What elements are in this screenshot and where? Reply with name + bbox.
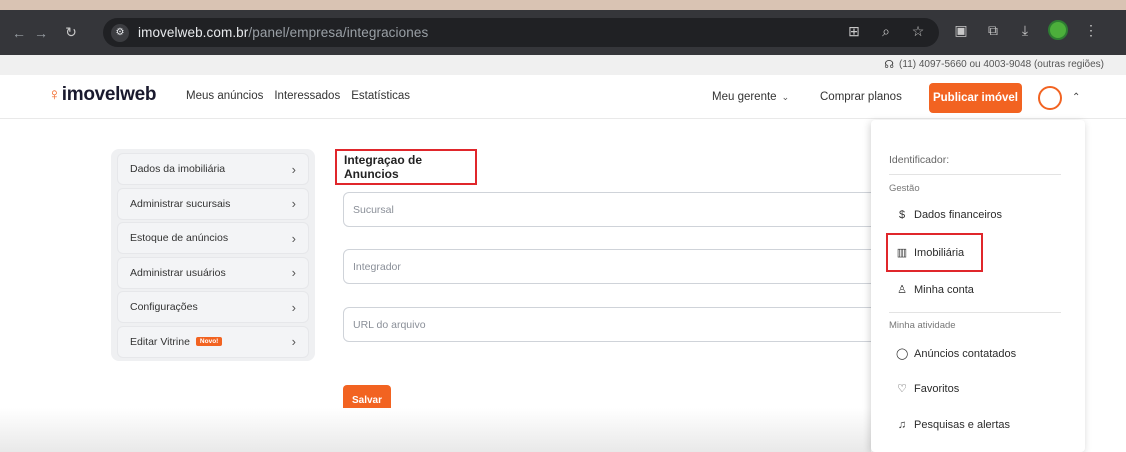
extension-icon[interactable]: ▣ bbox=[952, 22, 970, 39]
reload-icon[interactable]: ↻ bbox=[60, 24, 82, 41]
sucursal-input[interactable]: Sucursal bbox=[343, 192, 888, 227]
sidebar-item-label: Estoque de anúncios bbox=[130, 232, 229, 244]
sidebar-item-editar-vitrine[interactable]: Editar Vitrine Novo! › bbox=[117, 325, 309, 358]
forward-arrow-icon[interactable]: → bbox=[30, 25, 52, 41]
chevron-right-icon: › bbox=[291, 196, 296, 211]
menu-item-label: Dados financeiros bbox=[914, 209, 1003, 221]
site-header: ♀ imovelweb Meus anúncios Interessados E… bbox=[0, 75, 1126, 119]
url-path: /panel/empresa/integraciones bbox=[248, 25, 429, 40]
menu-item-label: Favoritos bbox=[914, 382, 960, 395]
browser-toolbar: ← → ↻ ⚙ imovelweb.com.br/panel/empresa/i… bbox=[0, 10, 1126, 55]
sidebar-item-administrar-sucursais[interactable]: Administrar sucursais › bbox=[117, 187, 309, 220]
menu-item-label: Pesquisas e alertas bbox=[914, 419, 1010, 431]
building-icon: ▥ bbox=[896, 247, 908, 259]
meu-gerente-menu[interactable]: Meu gerente ⌄ bbox=[712, 91, 789, 103]
integrador-input[interactable]: Integrador bbox=[343, 249, 888, 284]
sidebar-item-estoque-anuncios[interactable]: Estoque de anúncios › bbox=[117, 222, 309, 254]
headset-icon: ☊ bbox=[884, 59, 895, 71]
sidebar-item-label: Administrar usuários bbox=[130, 266, 226, 279]
user-dropdown-menu: Identificador: Gestão $ Dados financeiro… bbox=[871, 120, 1085, 452]
integrador-placeholder: Integrador bbox=[353, 260, 401, 273]
divider bbox=[889, 312, 1061, 313]
logo[interactable]: ♀ imovelweb bbox=[48, 84, 157, 106]
chevron-right-icon: › bbox=[291, 299, 296, 315]
user-icon: ♙ bbox=[897, 284, 907, 296]
menu-item-imobiliaria[interactable]: ▥ Imobiliária bbox=[896, 246, 965, 260]
url-text: imovelweb.com.br/panel/empresa/integraci… bbox=[138, 25, 428, 40]
meu-gerente-label: Meu gerente bbox=[712, 91, 777, 103]
menu-item-label: Imobiliária bbox=[914, 246, 965, 259]
browser-extensions: ▣ ⧉ ⤓ ⋮ bbox=[952, 20, 1100, 40]
user-avatar[interactable] bbox=[1038, 86, 1062, 110]
top-strip bbox=[0, 0, 1126, 10]
menu-dots-icon[interactable]: ⋮ bbox=[1082, 22, 1100, 39]
back-arrow-icon[interactable]: ← bbox=[8, 25, 30, 41]
sidebar-item-configuracoes[interactable]: Configurações › bbox=[117, 291, 309, 323]
menu-item-label: Anúncios contatados bbox=[914, 347, 1017, 360]
chevron-right-icon: › bbox=[291, 161, 296, 177]
chat-bubble-icon: ◯ bbox=[896, 348, 909, 360]
dollar-icon: $ bbox=[898, 209, 906, 221]
omnibox-actions: ⊞ ⌕ ☆ bbox=[845, 23, 927, 40]
menu-item-label: Minha conta bbox=[914, 283, 974, 296]
profile-avatar[interactable] bbox=[1048, 20, 1068, 40]
phone-strip: ☊ (11) 4097-5660 ou 4003-9048 (outras re… bbox=[0, 55, 1126, 75]
puzzle-icon[interactable]: ⧉ bbox=[984, 22, 1002, 39]
menu-item-dados-financeiros[interactable]: $ Dados financeiros bbox=[896, 209, 1002, 221]
novo-badge: Novo! bbox=[195, 337, 223, 346]
phone-info: ☊ (11) 4097-5660 ou 4003-9048 (outras re… bbox=[884, 58, 1104, 71]
sidebar-item-label: Configurações bbox=[130, 301, 198, 313]
sidebar-item-dados-imobiliaria[interactable]: Dados da imobiliária › bbox=[117, 153, 309, 185]
menu-item-anuncios-contatados[interactable]: ◯ Anúncios contatados bbox=[896, 347, 1017, 361]
page-title: Integraçao de Anuncios bbox=[344, 153, 423, 181]
zoom-icon[interactable]: ⌕ bbox=[877, 23, 895, 40]
nav-interessados[interactable]: Interessados bbox=[274, 90, 340, 102]
comprar-planos-link[interactable]: Comprar planos bbox=[820, 91, 902, 103]
identificador-label: Identificador: bbox=[889, 154, 950, 166]
chevron-right-icon: › bbox=[291, 334, 296, 349]
sucursal-placeholder: Sucursal bbox=[353, 203, 394, 216]
site-settings-icon[interactable]: ⚙ bbox=[111, 23, 129, 42]
menu-item-pesquisas-alertas[interactable]: ♫ Pesquisas e alertas bbox=[896, 419, 1010, 431]
sidebar-item-administrar-usuarios[interactable]: Administrar usuários › bbox=[117, 256, 309, 289]
phone-text: (11) 4097-5660 ou 4003-9048 (outras regi… bbox=[899, 59, 1104, 70]
chevron-up-icon[interactable]: ⌃ bbox=[1072, 92, 1080, 103]
menu-item-favoritos[interactable]: ♡ Favoritos bbox=[896, 382, 960, 396]
download-icon[interactable]: ⤓ bbox=[1016, 22, 1034, 39]
sidebar-item-label: Editar Vitrine Novo! bbox=[130, 335, 223, 348]
bookmark-star-icon[interactable]: ☆ bbox=[909, 23, 927, 40]
translate-icon[interactable]: ⊞ bbox=[845, 23, 863, 40]
url-arquivo-input[interactable]: URL do arquivo bbox=[343, 307, 888, 342]
logo-pin-icon: ♀ bbox=[48, 85, 61, 104]
logo-text: imovelweb bbox=[61, 84, 157, 105]
address-bar[interactable]: ⚙ imovelweb.com.br/panel/empresa/integra… bbox=[103, 18, 939, 47]
editar-vitrine-text: Editar Vitrine bbox=[130, 335, 190, 348]
bottom-fade bbox=[0, 408, 871, 452]
menu-item-minha-conta[interactable]: ♙ Minha conta bbox=[896, 283, 974, 297]
section-minha-atividade: Minha atividade bbox=[889, 320, 956, 331]
nav-estatisticas[interactable]: Estatísticas bbox=[351, 90, 410, 102]
url-domain: imovelweb.com.br bbox=[138, 25, 249, 40]
chevron-right-icon: › bbox=[291, 265, 296, 280]
nav-meus-anuncios[interactable]: Meus anúncios bbox=[186, 90, 263, 102]
main-nav: Meus anúncios Interessados Estatísticas bbox=[186, 90, 410, 102]
divider bbox=[889, 174, 1061, 175]
chevron-down-icon: ⌄ bbox=[781, 91, 790, 102]
sidebar-item-label: Dados da imobiliária bbox=[130, 163, 226, 175]
sidebar-item-label: Administrar sucursais bbox=[130, 197, 231, 210]
chevron-right-icon: › bbox=[291, 230, 296, 246]
url-arquivo-placeholder: URL do arquivo bbox=[353, 318, 426, 331]
heart-icon: ♡ bbox=[897, 383, 907, 395]
settings-sidebar: Dados da imobiliária › Administrar sucur… bbox=[111, 149, 315, 361]
publicar-imovel-button[interactable]: Publicar imóvel bbox=[929, 83, 1022, 113]
bell-icon: ♫ bbox=[897, 419, 907, 431]
section-gestao: Gestão bbox=[889, 183, 920, 194]
form-title-highlight: Integraçao de Anuncios bbox=[335, 149, 477, 185]
